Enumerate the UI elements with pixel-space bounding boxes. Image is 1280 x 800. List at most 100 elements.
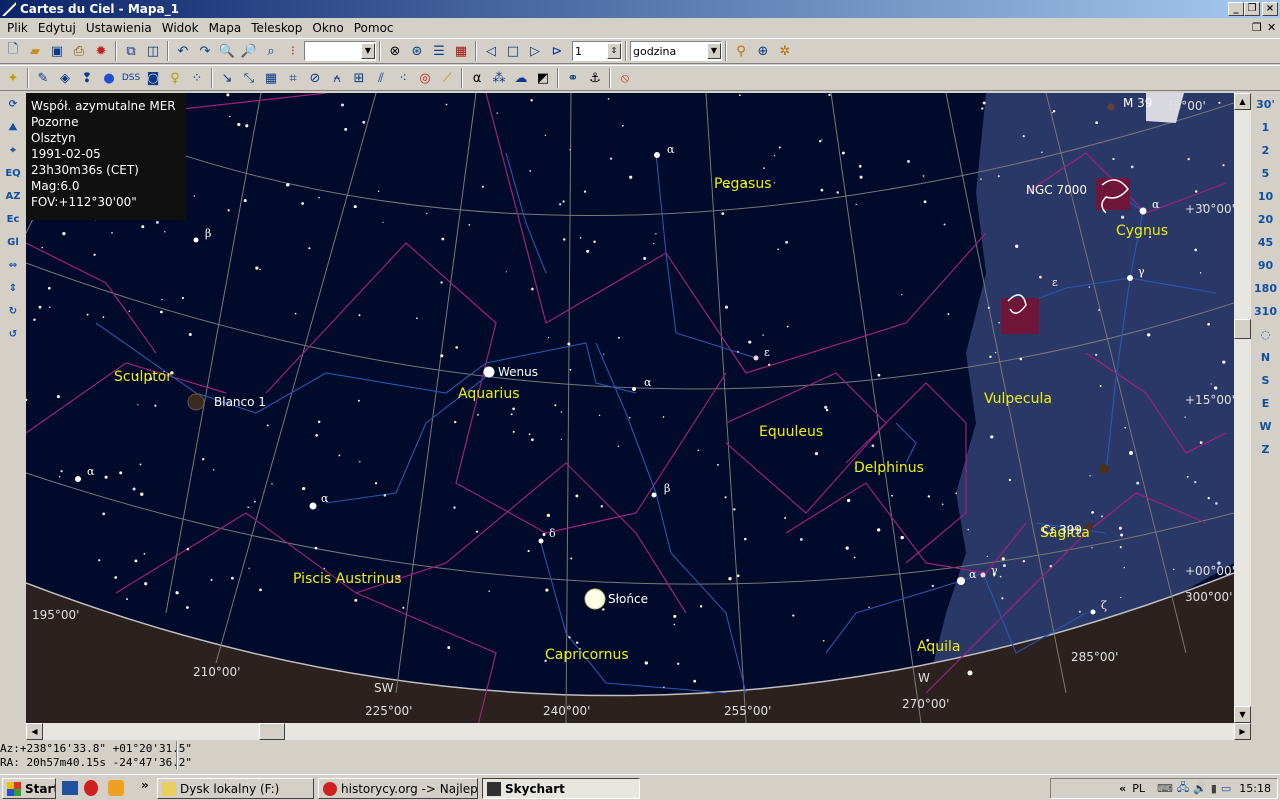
stars-icon[interactable]: ✦ <box>2 67 24 89</box>
sun-marker[interactable] <box>584 588 606 610</box>
milky-way-icon[interactable]: ⫽ <box>370 67 392 89</box>
time-unit-select[interactable]: godzina ▼ <box>630 41 722 61</box>
link-icon[interactable]: ⚭ <box>562 67 584 89</box>
chevron-down-icon[interactable]: ▼ <box>361 43 375 59</box>
fov-310-button[interactable]: 310 <box>1251 300 1280 323</box>
horizontal-scrollbar[interactable]: ◀ ▶ <box>26 723 1251 740</box>
print-icon[interactable]: ⎙ <box>68 40 90 62</box>
opera-icon[interactable] <box>84 780 98 796</box>
anchor-icon[interactable]: ⚓ <box>584 67 606 89</box>
keyboard-icon[interactable]: ⌨ <box>1157 782 1173 795</box>
fov-45-button[interactable]: 45 <box>1251 231 1280 254</box>
chevron-down-icon[interactable]: ▼ <box>707 43 721 59</box>
time-fast-forward-icon[interactable]: ⊳ <box>546 40 568 62</box>
asteroid-icon[interactable]: ⤡ <box>238 67 260 89</box>
menu-okno[interactable]: Okno <box>307 21 348 35</box>
sky-chart-canvas[interactable]: Pegasus Cygnus Sculptor Aquarius Equuleu… <box>26 93 1234 723</box>
ecliptic-projection-button[interactable]: Ec <box>1 208 25 230</box>
horizon-icon[interactable]: ⁖ <box>392 67 414 89</box>
calendar-icon[interactable]: ▦ <box>450 40 472 62</box>
save-icon[interactable]: ▣ <box>46 40 68 62</box>
maximize-button[interactable]: ❐ <box>1244 2 1260 16</box>
camera-icon[interactable]: ◙ <box>142 67 164 89</box>
monitor-icon[interactable]: ▭ <box>1221 782 1231 795</box>
time-back-icon[interactable]: ◁ <box>480 40 502 62</box>
sky-chart[interactable]: Pegasus Cygnus Sculptor Aquarius Equuleu… <box>26 93 1234 723</box>
cluster-marker[interactable] <box>1099 464 1109 474</box>
time-stop-icon[interactable]: □ <box>502 40 524 62</box>
ruler-icon[interactable]: ⟋ <box>436 67 458 89</box>
eq-projection-button[interactable]: EQ <box>1 162 25 184</box>
minimize-button[interactable]: _ <box>1228 2 1244 16</box>
menu-teleskop[interactable]: Teleskop <box>246 21 307 35</box>
view-east-button[interactable]: E <box>1251 392 1280 415</box>
rotate-right-icon[interactable]: ↻ <box>1 300 25 322</box>
rotate-icon[interactable]: ⟳ <box>1 93 25 115</box>
position-icon[interactable]: ⌖ <box>1 139 25 161</box>
greek-letters-icon[interactable]: α <box>466 67 488 89</box>
rotate-left-icon[interactable]: ↺ <box>1 323 25 345</box>
close-button[interactable]: × <box>1262 2 1278 16</box>
labels-icon[interactable]: ⊞ <box>348 67 370 89</box>
planet-icon[interactable]: ● <box>98 67 120 89</box>
view-west-button[interactable]: W <box>1251 415 1280 438</box>
telescope-icon[interactable]: ⚲ <box>730 40 752 62</box>
view-north-button[interactable]: N <box>1251 346 1280 369</box>
zoom-in-icon[interactable]: 🔍 <box>216 40 238 62</box>
view-zenith-button[interactable]: Z <box>1251 438 1280 461</box>
clouds-icon[interactable]: ☁ <box>510 67 532 89</box>
volume-icon[interactable]: 🔊 <box>1193 782 1207 795</box>
tray-collapse-icon[interactable]: « <box>1119 782 1126 795</box>
mdi-restore-icon[interactable]: ❐ <box>1252 21 1262 34</box>
scroll-left-icon[interactable]: ◀ <box>26 723 43 740</box>
menu-ustawienia[interactable]: Ustawienia <box>81 21 157 35</box>
scroll-up-icon[interactable]: ▲ <box>1234 93 1251 110</box>
flip-vertical-icon[interactable]: ⇕ <box>1 277 25 299</box>
copy-chart-icon[interactable]: ⧉ <box>120 40 142 62</box>
scroll-down-icon[interactable]: ▼ <box>1234 706 1251 723</box>
eq-grid-icon[interactable]: ⌗ <box>282 67 304 89</box>
time-step-spinner[interactable]: 1 ⇕ <box>572 41 622 61</box>
media-player-icon[interactable] <box>108 780 124 796</box>
quicklaunch-more-icon[interactable]: » <box>141 778 149 792</box>
time-forward-icon[interactable]: ▷ <box>524 40 546 62</box>
night-vision-icon[interactable]: ◩ <box>532 67 554 89</box>
galactic-projection-button[interactable]: Gl <box>1 231 25 253</box>
crosshair-icon[interactable]: ⊕ <box>752 40 774 62</box>
start-button[interactable]: Start <box>2 778 56 799</box>
view-south-button[interactable]: S <box>1251 369 1280 392</box>
menu-widok[interactable]: Widok <box>157 21 204 35</box>
vertical-scroll-thumb[interactable] <box>1234 319 1251 339</box>
menu-mapa[interactable]: Mapa <box>204 21 247 35</box>
nebula-icon[interactable]: ✎ <box>32 67 54 89</box>
dss-icon[interactable]: DSS <box>120 67 142 89</box>
star-names-icon[interactable]: ⁂ <box>488 67 510 89</box>
compass-icon[interactable]: ⊘ <box>304 67 326 89</box>
target-icon[interactable]: ◎ <box>414 67 436 89</box>
network-icon[interactable]: 🖧 <box>1177 779 1189 798</box>
no-filter-icon[interactable]: ⦸ <box>614 67 636 89</box>
comet-icon[interactable]: ↘ <box>216 67 238 89</box>
constellation-boundaries-icon[interactable]: ⍲ <box>326 67 348 89</box>
blanco1-marker[interactable] <box>187 393 205 411</box>
nebula-image-vulpecula[interactable] <box>1001 298 1039 334</box>
grid-icon[interactable]: ▦ <box>260 67 282 89</box>
menu-pomoc[interactable]: Pomoc <box>349 21 399 35</box>
colors-icon[interactable]: ⁝ <box>282 40 304 62</box>
find-object-icon[interactable]: ⊛ <box>406 40 428 62</box>
new-file-icon[interactable]: 🗋 <box>2 40 24 62</box>
constellation-lines-icon[interactable]: ⁘ <box>186 67 208 89</box>
task-skychart[interactable]: Skychart <box>482 778 640 799</box>
fov-2-button[interactable]: 2 <box>1251 139 1280 162</box>
fov-1-button[interactable]: 1 <box>1251 116 1280 139</box>
flip-horizontal-icon[interactable]: ⇔ <box>1 254 25 276</box>
nebula-image-ngc7000[interactable] <box>1096 178 1130 210</box>
desktop-icon[interactable] <box>62 781 78 795</box>
fov-5-button[interactable]: 5 <box>1251 162 1280 185</box>
fov-180-button[interactable]: 180 <box>1251 277 1280 300</box>
galaxy-icon[interactable]: ◈ <box>54 67 76 89</box>
venus-marker[interactable] <box>483 366 495 378</box>
horizontal-scroll-thumb[interactable] <box>259 723 285 740</box>
tile-windows-icon[interactable]: ◫ <box>142 40 164 62</box>
all-sky-icon[interactable]: ◌ <box>1251 323 1280 346</box>
